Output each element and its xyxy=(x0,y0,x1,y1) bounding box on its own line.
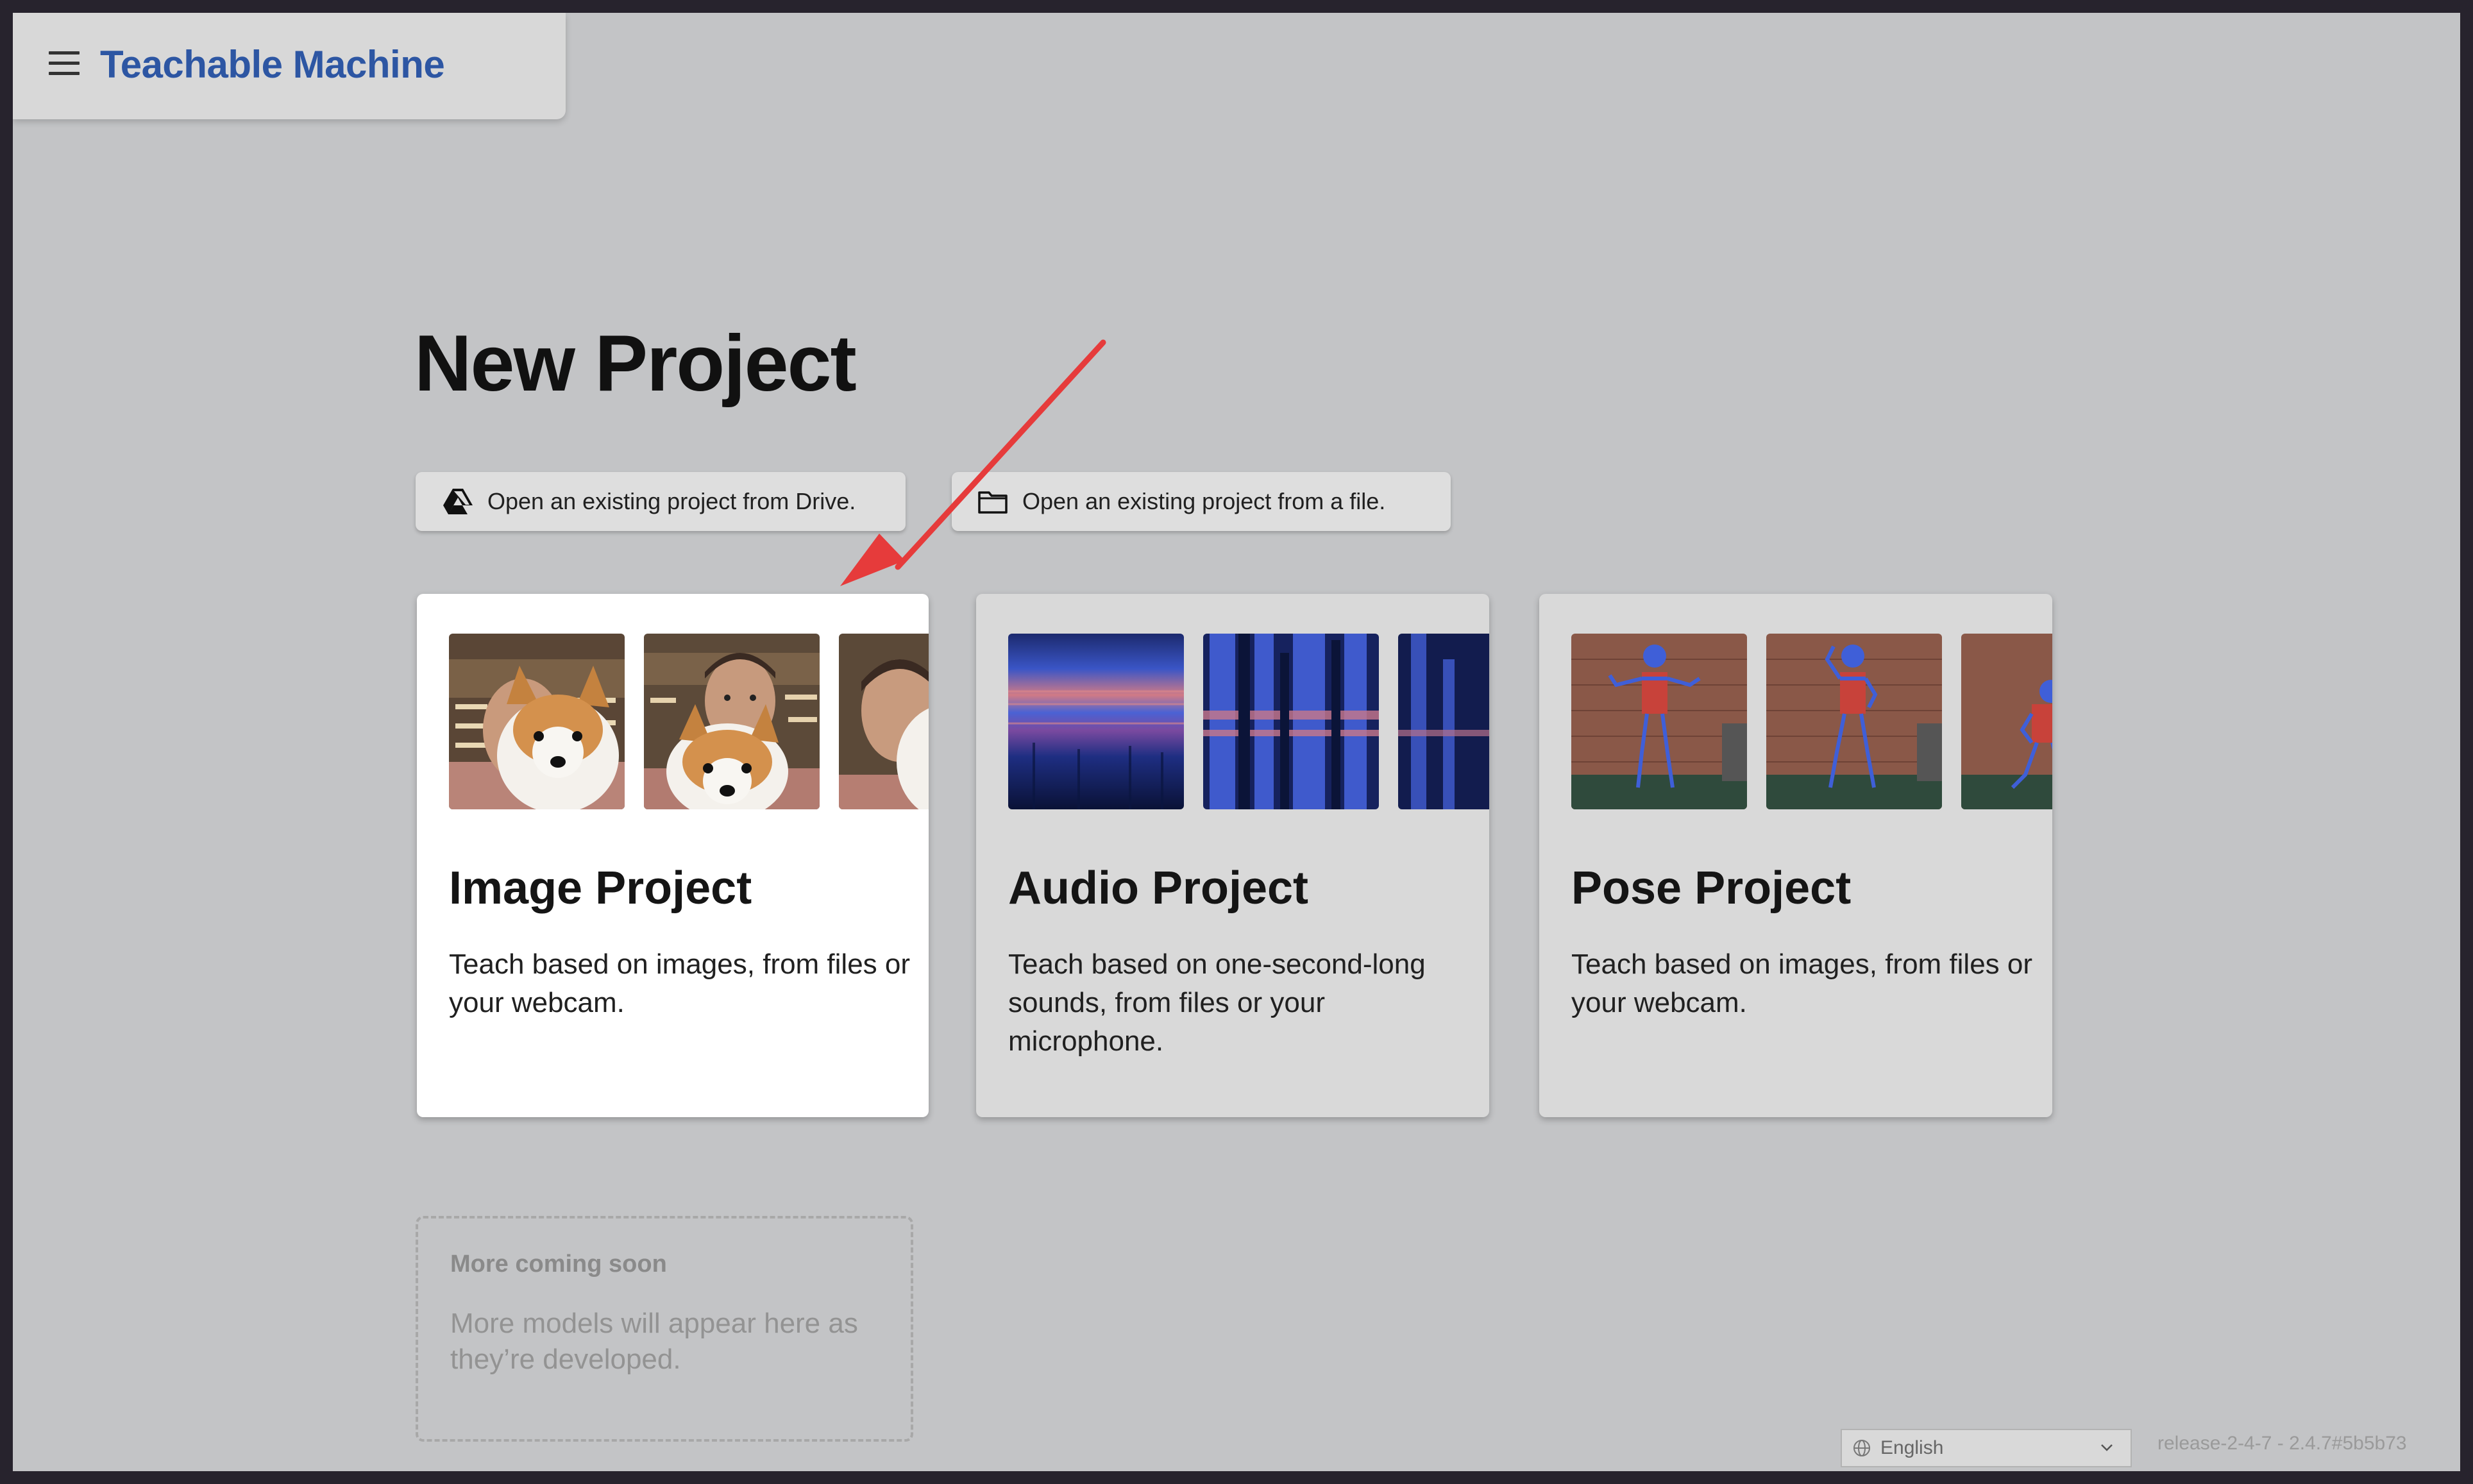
folder-icon xyxy=(978,491,1008,514)
audio-project-thumbnails xyxy=(1008,634,1489,809)
pose-thumbnail xyxy=(1961,634,2052,809)
audio-project-description: Teach based on one-second-long sounds, f… xyxy=(1008,949,1426,1057)
open-from-drive-button[interactable]: Open an existing project from Drive. xyxy=(416,472,906,531)
image-thumbnail xyxy=(449,634,625,809)
language-select[interactable]: English xyxy=(1841,1429,2132,1467)
globe-icon xyxy=(1853,1440,1870,1456)
pose-project-description: Teach based on images, from files or you… xyxy=(1571,949,2033,1018)
release-version: release-2-4-7 - 2.4.7#5b5b73 xyxy=(2157,1433,2407,1454)
image-thumbnail xyxy=(644,634,820,809)
app-screen: Teachable Machine New Project Open an ex… xyxy=(13,13,2460,1471)
pose-project-card[interactable]: Pose Project Teach based on images, from… xyxy=(1539,594,2052,1117)
coming-soon-placeholder: More coming soon More models will appear… xyxy=(416,1216,913,1442)
audio-project-title: Audio Project xyxy=(1008,863,1309,914)
open-from-file-label: Open an existing project from a file. xyxy=(1022,488,1386,514)
open-from-drive-label: Open an existing project from Drive. xyxy=(487,488,856,514)
open-from-file-button[interactable]: Open an existing project from a file. xyxy=(952,472,1451,531)
pose-thumbnail xyxy=(1766,634,1942,809)
app-brand[interactable]: Teachable Machine xyxy=(100,42,445,87)
spectrogram-thumbnail xyxy=(1203,634,1379,809)
spectrogram-thumbnail xyxy=(1008,634,1184,809)
coming-soon-description: More models will appear here as they’re … xyxy=(450,1308,858,1375)
spectrogram-thumbnail xyxy=(1398,634,1489,809)
image-project-card[interactable]: Image Project Teach based on images, fro… xyxy=(417,594,929,1117)
hamburger-menu-icon[interactable] xyxy=(49,51,80,77)
pose-thumbnail xyxy=(1571,634,1747,809)
coming-soon-title: More coming soon xyxy=(450,1251,667,1277)
page-title: New Project xyxy=(414,319,857,408)
audio-project-card[interactable]: Audio Project Teach based on one-second-… xyxy=(976,594,1489,1117)
language-select-value: English xyxy=(1880,1437,1944,1458)
top-bar: Teachable Machine xyxy=(13,13,566,119)
image-project-description: Teach based on images, from files or you… xyxy=(449,949,911,1018)
google-drive-icon xyxy=(443,489,473,514)
chevron-down-icon xyxy=(2101,1444,2113,1451)
image-project-thumbnails xyxy=(449,634,929,809)
pose-project-thumbnails xyxy=(1571,634,2052,809)
image-project-title: Image Project xyxy=(449,863,752,914)
image-thumbnail xyxy=(839,634,929,809)
pose-project-title: Pose Project xyxy=(1571,863,1852,914)
